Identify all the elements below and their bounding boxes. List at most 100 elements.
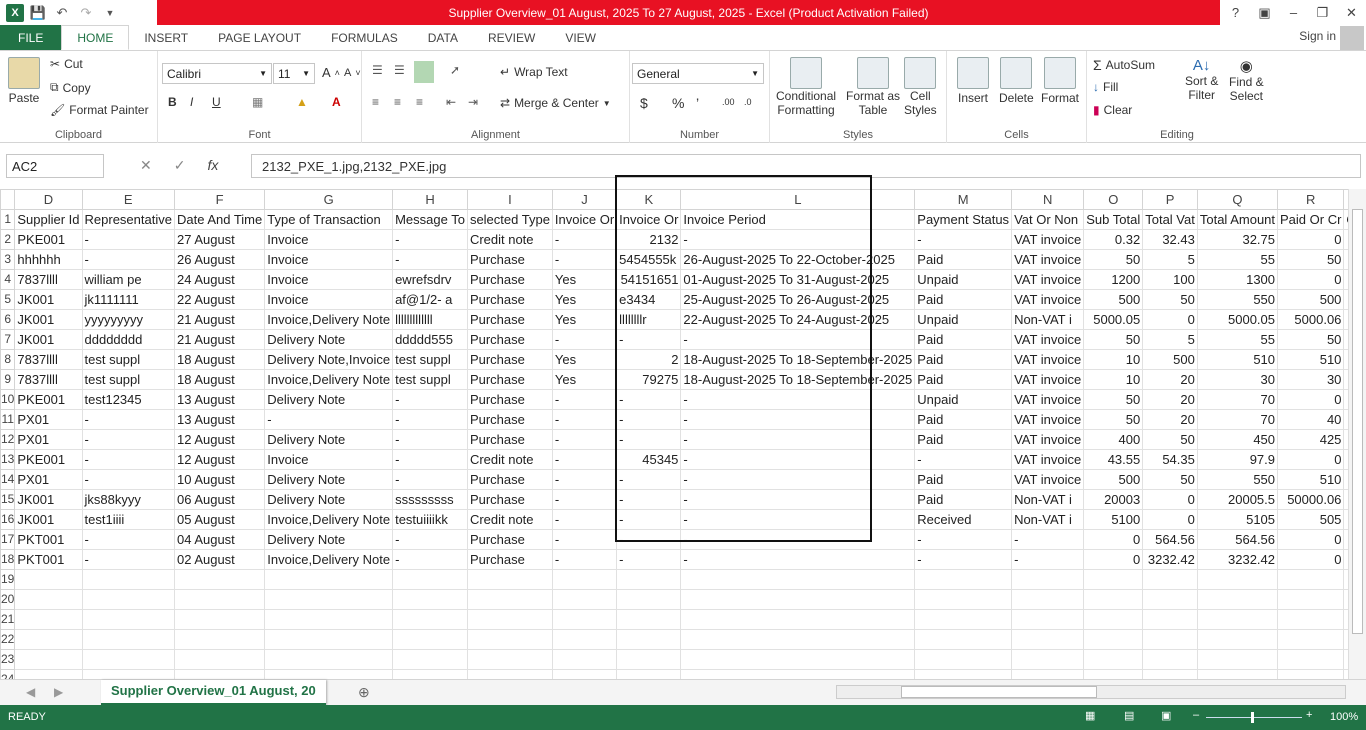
select-all-corner[interactable] — [0, 189, 16, 210]
borders-button[interactable]: ▦ — [252, 95, 263, 109]
cell-i17[interactable]: Purchase — [466, 529, 553, 550]
cell-i2[interactable]: Credit note — [466, 229, 553, 250]
cell-f17[interactable]: 04 August — [173, 529, 266, 550]
cell-k12[interactable]: - — [616, 429, 682, 450]
cell-j21[interactable] — [551, 609, 618, 630]
cell-j12[interactable]: - — [551, 429, 618, 450]
zoom-out-icon[interactable]: – — [1193, 709, 1199, 721]
cell-n11[interactable]: VAT invoice — [1011, 409, 1085, 430]
cell-d9[interactable]: 7837llll — [14, 369, 83, 390]
cell-i13[interactable]: Credit note — [466, 449, 553, 470]
cell-e11[interactable]: - — [81, 409, 175, 430]
close-icon[interactable]: ✕ — [1337, 5, 1366, 21]
cell-q18[interactable]: 3232.42 — [1196, 549, 1279, 570]
column-header-g[interactable]: G — [264, 189, 394, 210]
cell-i6[interactable]: Purchase — [466, 309, 553, 330]
cell-o15[interactable]: 20003 — [1083, 489, 1144, 510]
cell-r1[interactable]: Paid Or Cr — [1277, 209, 1345, 230]
cell-i19[interactable] — [466, 569, 553, 590]
tab-file[interactable]: FILE — [0, 25, 62, 50]
cell-l7[interactable]: - — [680, 329, 916, 350]
cell-d11[interactable]: PX01 — [14, 409, 83, 430]
cell-k22[interactable] — [616, 629, 682, 650]
cell-i10[interactable]: Purchase — [466, 389, 553, 410]
cell-h9[interactable]: test suppl — [392, 369, 468, 390]
column-header-k[interactable]: K — [616, 189, 682, 210]
minimize-icon[interactable]: – — [1279, 5, 1308, 20]
cell-m16[interactable]: Received — [914, 509, 1013, 530]
cell-f18[interactable]: 02 August — [173, 549, 266, 570]
cell-g6[interactable]: Invoice,Delivery Note — [264, 309, 394, 330]
cell-i15[interactable]: Purchase — [466, 489, 553, 510]
cell-j10[interactable]: - — [551, 389, 618, 410]
cell-d8[interactable]: 7837llll — [14, 349, 83, 370]
cell-e18[interactable]: - — [81, 549, 175, 570]
cell-p17[interactable]: 564.56 — [1142, 529, 1198, 550]
cell-e4[interactable]: william pe — [81, 269, 175, 290]
cell-m22[interactable] — [914, 629, 1013, 650]
cell-r17[interactable]: 0 — [1277, 529, 1345, 550]
cell-o23[interactable] — [1083, 649, 1144, 670]
cell-h13[interactable]: - — [392, 449, 468, 470]
cell-j18[interactable]: - — [551, 549, 618, 570]
cell-d15[interactable]: JK001 — [14, 489, 83, 510]
horizontal-scrollbar[interactable] — [836, 685, 1346, 699]
tab-formulas[interactable]: FORMULAS — [316, 25, 413, 50]
cell-i24[interactable] — [466, 669, 553, 679]
cell-k11[interactable]: - — [616, 409, 682, 430]
cell-g24[interactable] — [264, 669, 394, 679]
cell-h4[interactable]: ewrefsdrv — [392, 269, 468, 290]
cell-f9[interactable]: 18 August — [173, 369, 266, 390]
bottom-align-icon[interactable] — [414, 61, 434, 83]
cell-e13[interactable]: - — [81, 449, 175, 470]
row-header[interactable]: 14 — [0, 469, 16, 490]
row-header[interactable]: 17 — [0, 529, 16, 550]
cell-d17[interactable]: PKT001 — [14, 529, 83, 550]
row-header[interactable]: 11 — [0, 409, 16, 430]
cell-h24[interactable] — [392, 669, 468, 679]
format-cells-button[interactable]: Format — [1041, 57, 1079, 105]
cell-p1[interactable]: Total Vat — [1142, 209, 1198, 230]
cell-l12[interactable]: - — [680, 429, 916, 450]
cell-q10[interactable]: 70 — [1196, 389, 1279, 410]
cell-l3[interactable]: 26-August-2025 To 22-October-2025 — [680, 249, 916, 270]
cell-f7[interactable]: 21 August — [173, 329, 266, 350]
cell-h23[interactable] — [392, 649, 468, 670]
row-header[interactable]: 19 — [0, 569, 16, 590]
customize-qat-icon[interactable]: ▼ — [100, 3, 120, 23]
cell-j17[interactable]: - — [551, 529, 618, 550]
cell-l6[interactable]: 22-August-2025 To 24-August-2025 — [680, 309, 916, 330]
zoom-in-icon[interactable]: + — [1306, 709, 1312, 721]
cell-h6[interactable]: lllllllllllll — [392, 309, 468, 330]
cell-e12[interactable]: - — [81, 429, 175, 450]
cell-p19[interactable] — [1142, 569, 1198, 590]
cell-f12[interactable]: 12 August — [173, 429, 266, 450]
copy-button[interactable]: ⧉ Copy — [50, 80, 91, 95]
cell-p22[interactable] — [1142, 629, 1198, 650]
cell-o19[interactable] — [1083, 569, 1144, 590]
cell-o13[interactable]: 43.55 — [1083, 449, 1144, 470]
cell-l22[interactable] — [680, 629, 916, 650]
cell-m15[interactable]: Paid — [914, 489, 1013, 510]
cell-i12[interactable]: Purchase — [466, 429, 553, 450]
cell-g13[interactable]: Invoice — [264, 449, 394, 470]
cell-k24[interactable] — [616, 669, 682, 679]
cell-k14[interactable]: - — [616, 469, 682, 490]
cell-i20[interactable] — [466, 589, 553, 610]
cell-n2[interactable]: VAT invoice — [1011, 229, 1085, 250]
cell-i11[interactable]: Purchase — [466, 409, 553, 430]
cell-r5[interactable]: 500 — [1277, 289, 1345, 310]
cell-n21[interactable] — [1011, 609, 1085, 630]
save-icon[interactable]: 💾 — [28, 3, 48, 23]
cell-q11[interactable]: 70 — [1196, 409, 1279, 430]
row-header[interactable]: 24 — [0, 669, 16, 679]
cell-q5[interactable]: 550 — [1196, 289, 1279, 310]
find-select-button[interactable]: ◉ Find & Select — [1229, 57, 1264, 103]
cell-r24[interactable] — [1277, 669, 1345, 679]
cell-q15[interactable]: 20005.5 — [1196, 489, 1279, 510]
cell-m2[interactable]: - — [914, 229, 1013, 250]
cell-h1[interactable]: Message To — [392, 209, 468, 230]
cell-l10[interactable]: - — [680, 389, 916, 410]
row-header[interactable]: 8 — [0, 349, 16, 370]
cell-q24[interactable] — [1196, 669, 1279, 679]
